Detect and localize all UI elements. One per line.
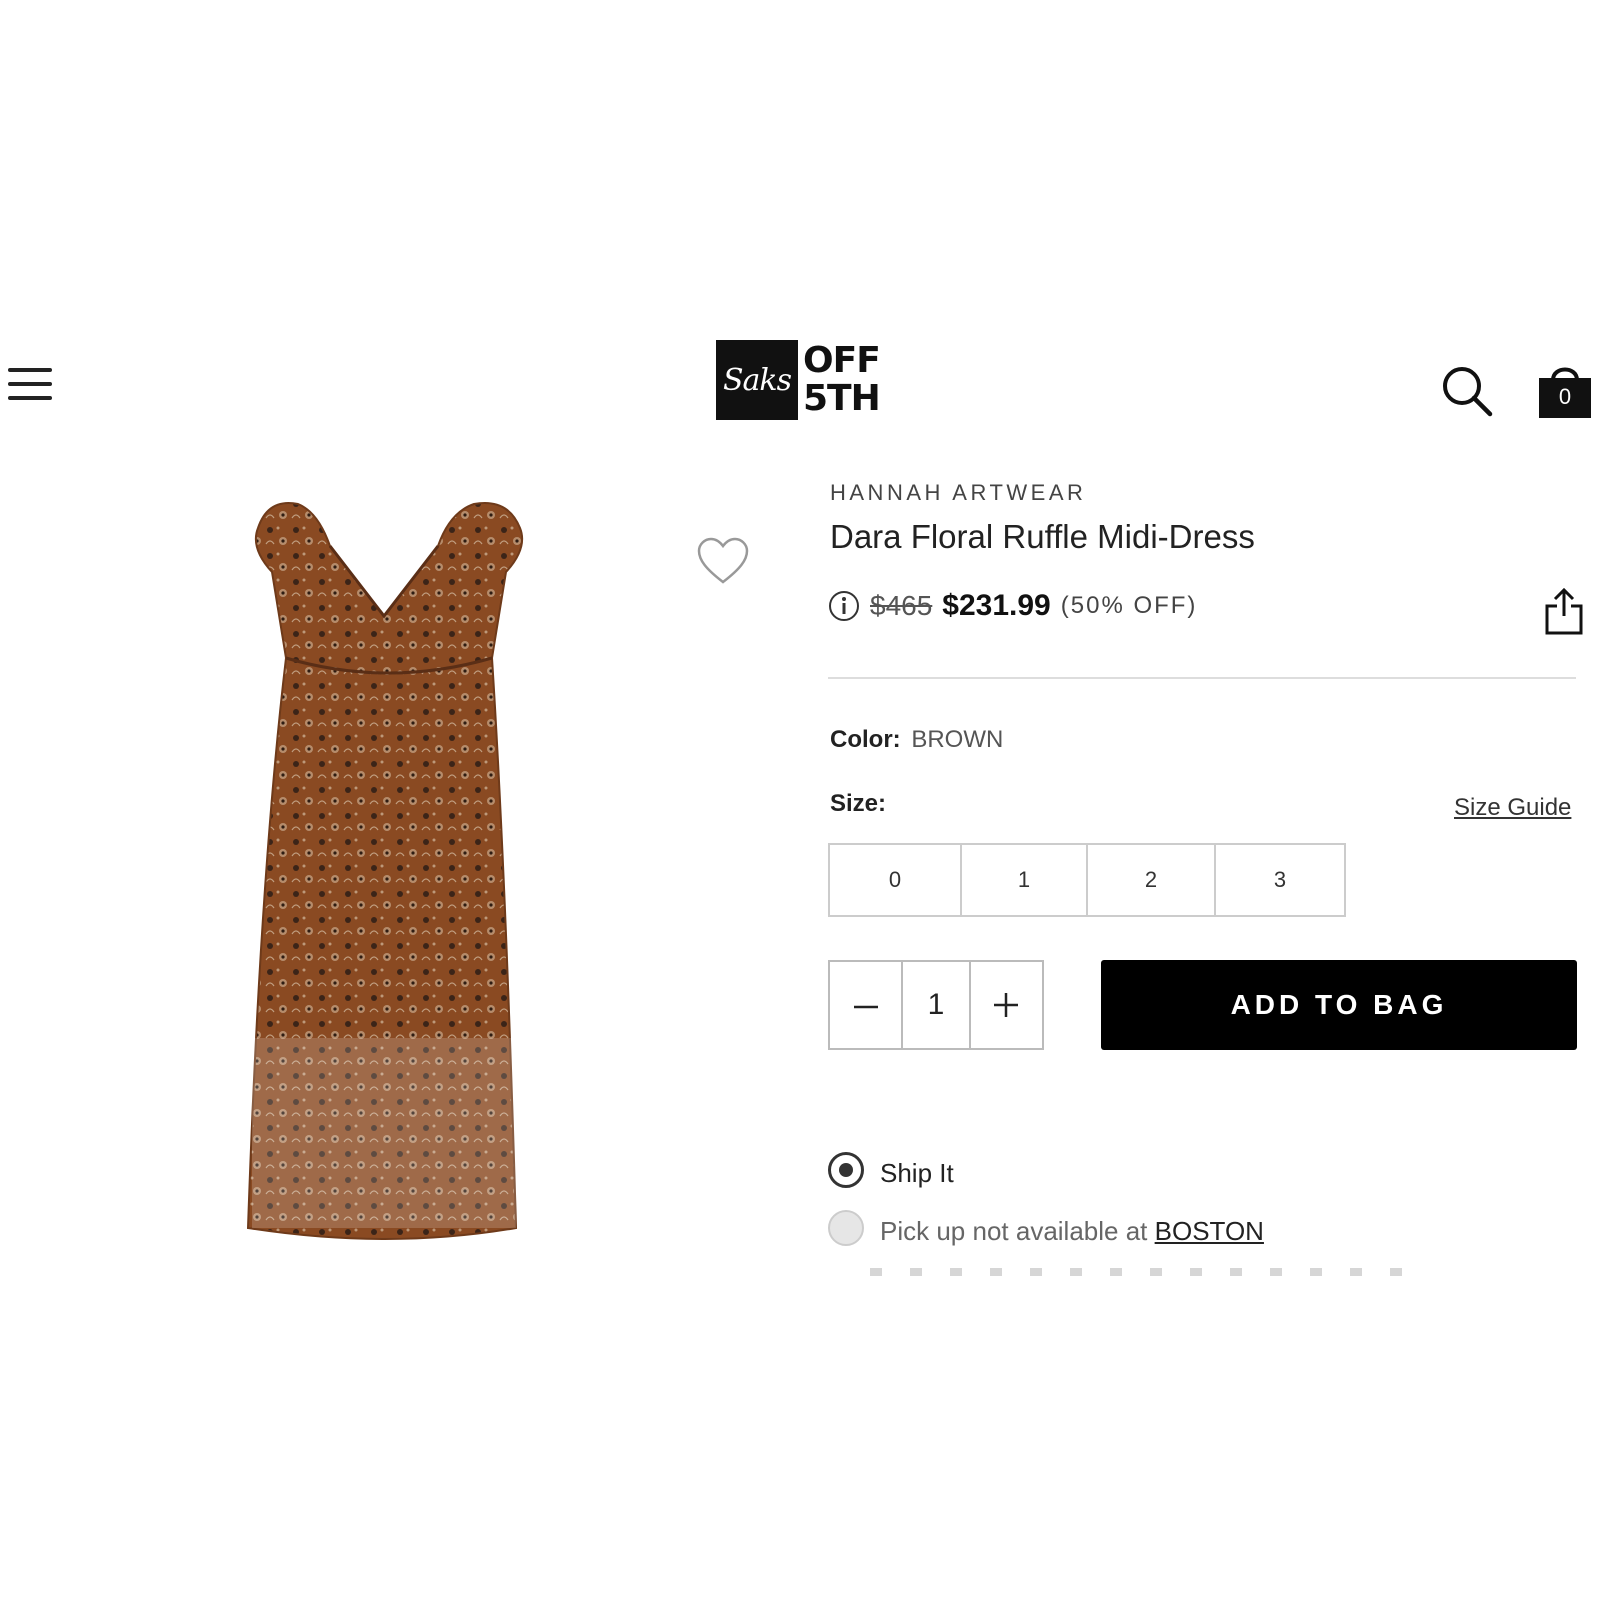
ship-it-radio[interactable] <box>828 1152 864 1188</box>
size-guide-link[interactable]: Size Guide <box>1454 794 1571 822</box>
logo-line-1: OFF <box>803 340 881 381</box>
bag-count-badge: 0 <box>1558 384 1572 409</box>
quantity-stepper: 1 <box>828 960 1044 1050</box>
size-selector: 0 1 2 3 <box>828 843 1346 917</box>
size-option-3[interactable]: 3 <box>1216 845 1344 915</box>
pickup-radio[interactable] <box>828 1210 864 1246</box>
logo-script-text: Saks <box>722 362 792 398</box>
decrease-quantity-button[interactable] <box>830 962 901 1048</box>
share-icon[interactable] <box>1544 586 1584 636</box>
heart-icon[interactable] <box>696 536 750 586</box>
saks-logo-mark[interactable]: Saks <box>716 340 798 420</box>
color-row: Color: BROWN <box>830 726 1003 754</box>
truncated-text-line <box>870 1268 1410 1276</box>
size-option-2[interactable]: 2 <box>1088 845 1216 915</box>
size-label: Size: <box>830 790 887 817</box>
pickup-label: Pick up not available at BOSTON <box>880 1216 1264 1247</box>
add-to-bag-button[interactable]: ADD TO BAG <box>1101 960 1577 1050</box>
product-image[interactable] <box>238 498 538 1250</box>
logo-line-2: 5TH <box>803 378 881 419</box>
color-value: BROWN <box>911 726 1004 753</box>
ship-it-label[interactable]: Ship It <box>880 1158 954 1189</box>
size-option-1[interactable]: 1 <box>962 845 1088 915</box>
divider <box>828 677 1576 679</box>
plus-icon <box>994 993 1019 1017</box>
price-row: $465 $231.99 (50% OFF) <box>828 588 1197 624</box>
pickup-text: Pick up not available at <box>880 1216 1155 1246</box>
discount-label: (50% OFF) <box>1060 592 1198 619</box>
hamburger-menu-icon[interactable] <box>8 366 52 402</box>
color-label: Color: <box>830 726 901 753</box>
search-icon[interactable] <box>1440 364 1494 418</box>
original-price: $465 <box>870 590 933 621</box>
increase-quantity-button[interactable] <box>971 962 1042 1048</box>
pickup-store-link[interactable]: BOSTON <box>1155 1216 1264 1246</box>
quantity-value[interactable]: 1 <box>901 962 971 1048</box>
brand-name[interactable]: HANNAH ARTWEAR <box>830 480 1086 506</box>
logo-wordmark[interactable]: OFF 5TH <box>803 340 881 419</box>
product-title: Dara Floral Ruffle Midi-Dress <box>830 518 1255 555</box>
minus-icon <box>853 1005 878 1009</box>
sale-price: $231.99 <box>942 589 1051 622</box>
info-icon[interactable] <box>828 590 860 622</box>
size-option-0[interactable]: 0 <box>830 845 962 915</box>
shopping-bag-button[interactable]: 0 <box>1536 362 1594 420</box>
